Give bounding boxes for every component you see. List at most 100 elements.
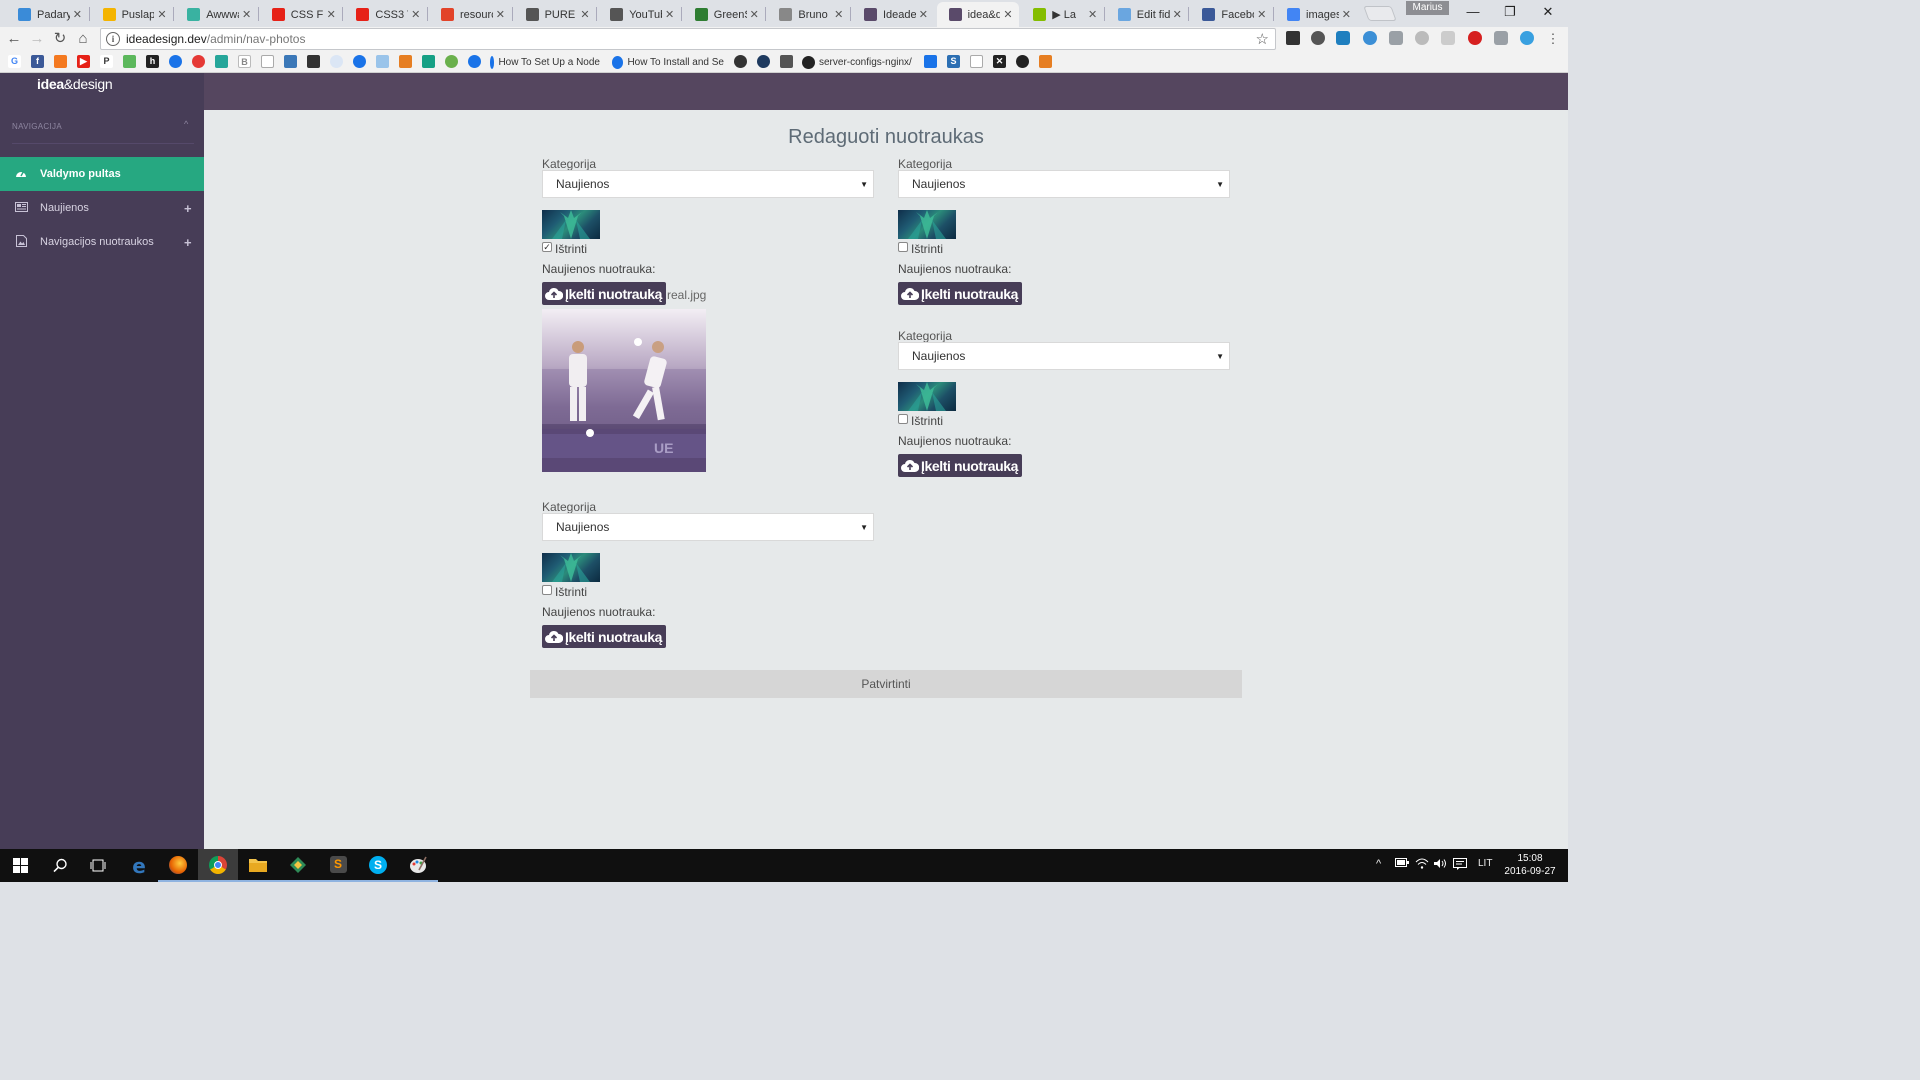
tab-close-icon[interactable]: ✕ xyxy=(1088,8,1097,21)
tab-close-icon[interactable]: ✕ xyxy=(919,8,928,21)
browser-tab[interactable]: CSS Flex✕ xyxy=(260,2,342,27)
home-icon[interactable]: ⌂ xyxy=(74,30,92,48)
upload-photo-button[interactable]: Įkelti nuotrauką xyxy=(898,454,1022,477)
browser-tab[interactable]: idea&de✕ xyxy=(936,2,1019,27)
system-clock[interactable]: 15:08 2016-09-27 xyxy=(1500,852,1560,878)
opera-icon[interactable] xyxy=(1468,31,1482,45)
battery-icon[interactable] xyxy=(1395,858,1409,870)
bookmark-icon[interactable] xyxy=(330,55,343,68)
tab-close-icon[interactable]: ✕ xyxy=(1257,8,1266,21)
browser-tab[interactable]: resource✕ xyxy=(429,2,511,27)
bookmark-icon[interactable] xyxy=(353,55,366,68)
bookmark-icon[interactable] xyxy=(169,55,182,68)
bookmark-icon[interactable] xyxy=(215,55,228,68)
address-bar[interactable]: i ideadesign.dev/admin/nav-photos ☆ xyxy=(100,28,1276,50)
page-bookmark-icon[interactable] xyxy=(261,55,274,68)
firefox-icon[interactable] xyxy=(158,849,198,882)
search-icon[interactable] xyxy=(40,849,80,882)
browser-tab[interactable]: images ✕ xyxy=(1275,2,1357,27)
bookmark-icon[interactable] xyxy=(924,55,937,68)
browser-tab[interactable]: ▶ La ✕ xyxy=(1021,2,1103,27)
bookmark-icon[interactable] xyxy=(1039,55,1052,68)
browser-tab[interactable]: YouTube✕ xyxy=(598,2,680,27)
bookmark-icon[interactable] xyxy=(780,55,793,68)
upload-photo-button[interactable]: Įkelti nuotrauką xyxy=(542,625,666,648)
back-icon[interactable]: ← xyxy=(5,30,23,48)
delete-checkbox[interactable] xyxy=(898,242,908,252)
bookmark-item[interactable]: How To Set Up a Node xyxy=(490,55,600,69)
tab-close-icon[interactable]: ✕ xyxy=(834,8,843,21)
task-view-icon[interactable] xyxy=(78,849,118,882)
browser-tab[interactable]: Ideades✕ xyxy=(852,2,934,27)
tab-close-icon[interactable]: ✕ xyxy=(242,8,251,21)
page-bookmark-icon[interactable] xyxy=(970,55,983,68)
category-select[interactable]: Naujienos ▼ xyxy=(898,170,1230,198)
action-center-icon[interactable] xyxy=(1453,858,1467,873)
bookmark-icon[interactable] xyxy=(445,55,458,68)
bookmark-star-icon[interactable]: ☆ xyxy=(1256,30,1269,48)
tab-close-icon[interactable]: ✕ xyxy=(1003,8,1012,21)
git-kraken-icon[interactable] xyxy=(278,849,318,882)
input-language[interactable]: LIT xyxy=(1478,858,1492,869)
bookmark-icon[interactable]: S xyxy=(947,55,960,68)
brand-logo[interactable]: idea&design xyxy=(37,76,113,92)
extension-icon[interactable] xyxy=(1441,31,1455,45)
category-select[interactable]: Naujienos ▼ xyxy=(542,513,874,541)
tab-close-icon[interactable]: ✕ xyxy=(750,8,759,21)
extension-icon[interactable] xyxy=(1520,31,1534,45)
tab-close-icon[interactable]: ✕ xyxy=(665,8,674,21)
github-icon[interactable] xyxy=(1016,55,1029,68)
menu-kebab-icon[interactable]: ⋮ xyxy=(1544,30,1562,48)
forward-icon[interactable]: → xyxy=(28,30,46,48)
extension-icon[interactable] xyxy=(1286,31,1300,45)
upload-photo-button[interactable]: Įkelti nuotrauką xyxy=(542,282,666,305)
bookmark-icon[interactable]: ✕ xyxy=(993,55,1006,68)
tab-close-icon[interactable]: ✕ xyxy=(327,8,336,21)
chrome-icon[interactable] xyxy=(198,849,238,882)
bookmark-item[interactable]: How To Install and Se xyxy=(612,55,724,69)
browser-tab[interactable]: Bruno S✕ xyxy=(767,2,849,27)
bookmark-icon[interactable] xyxy=(192,55,205,68)
edge-icon[interactable]: e xyxy=(119,849,159,882)
bookmark-icon[interactable] xyxy=(468,55,481,68)
bookmark-icon[interactable] xyxy=(284,55,297,68)
extension-icon[interactable] xyxy=(1494,31,1508,45)
category-select[interactable]: Naujienos ▼ xyxy=(898,342,1230,370)
extension-icon[interactable] xyxy=(1336,31,1350,45)
submit-button[interactable]: Patvirtinti xyxy=(530,670,1242,698)
sidebar-item-nav-photos[interactable]: Navigacijos nuotraukos + xyxy=(0,225,204,259)
expand-plus-icon[interactable]: + xyxy=(184,235,204,250)
bookmark-icon[interactable] xyxy=(307,55,320,68)
browser-tab[interactable]: Puslapio✕ xyxy=(91,2,173,27)
delete-checkbox[interactable] xyxy=(542,585,552,595)
browser-tab[interactable]: Padaryti✕ xyxy=(6,2,88,27)
extension-icon[interactable] xyxy=(1311,31,1325,45)
bookmark-icon[interactable] xyxy=(54,55,67,68)
bookmark-icon[interactable]: h xyxy=(146,55,159,68)
browser-tab[interactable]: Facebo✕ xyxy=(1190,2,1272,27)
new-tab-button[interactable] xyxy=(1363,6,1397,21)
browser-tab[interactable]: GreenS✕ xyxy=(683,2,765,27)
google-bookmark-icon[interactable]: G xyxy=(8,55,21,68)
tab-close-icon[interactable]: ✕ xyxy=(73,8,82,21)
category-select[interactable]: Naujienos ▼ xyxy=(542,170,874,198)
facebook-bookmark-icon[interactable]: f xyxy=(31,55,44,68)
bookmark-icon[interactable]: P xyxy=(100,55,113,68)
skype-icon[interactable]: S xyxy=(358,849,398,882)
bookmark-icon[interactable] xyxy=(734,55,747,68)
bookmark-icon[interactable]: B xyxy=(238,55,251,68)
browser-tab[interactable]: CSS3 Tu✕ xyxy=(344,2,426,27)
volume-icon[interactable] xyxy=(1433,858,1447,872)
delete-checkbox[interactable] xyxy=(898,414,908,424)
bookmark-icon[interactable] xyxy=(376,55,389,68)
close-window-icon[interactable]: ✕ xyxy=(1538,4,1558,20)
extension-icon[interactable] xyxy=(1415,31,1429,45)
extension-icon[interactable] xyxy=(1389,31,1403,45)
file-explorer-icon[interactable] xyxy=(238,849,278,882)
nav-collapse-icon[interactable]: ^ xyxy=(184,119,188,129)
windows-start-icon[interactable] xyxy=(0,849,40,882)
sidebar-item-news[interactable]: Naujienos + xyxy=(0,191,204,225)
bookmark-icon[interactable] xyxy=(757,55,770,68)
upload-photo-button[interactable]: Įkelti nuotrauką xyxy=(898,282,1022,305)
restore-icon[interactable]: ❐ xyxy=(1500,4,1520,20)
